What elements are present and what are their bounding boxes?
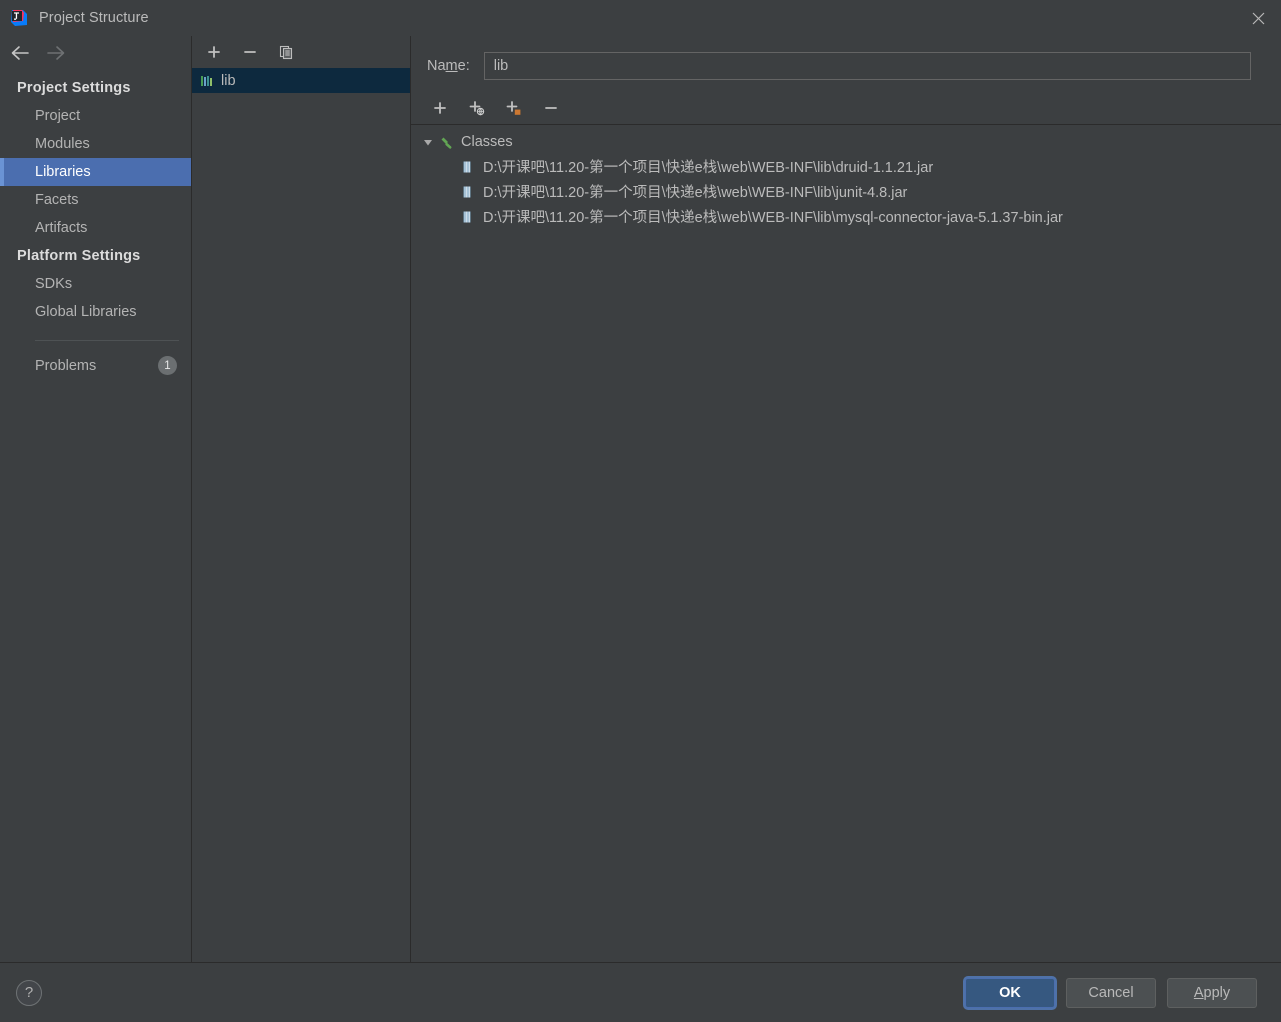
sidebar-item-sdks[interactable]: SDKs <box>0 270 191 298</box>
tree-row[interactable]: D:\开课吧\11.20-第一个项目\快递e栈\web\WEB-INF\lib\… <box>411 204 1281 229</box>
classes-root-icon <box>440 134 456 150</box>
tree-row[interactable]: D:\开课吧\11.20-第一个项目\快递e栈\web\WEB-INF\lib\… <box>411 154 1281 179</box>
plus-icon[interactable] <box>429 97 451 119</box>
dialog-body: Project Settings Project Modules Librari… <box>0 36 1281 962</box>
library-detail-panel: Name: lib Classes D:\开课吧\11.20-第一个项目\快递e… <box>411 36 1281 962</box>
name-row: Name: <box>411 36 1281 80</box>
sidebar-item-problems[interactable]: Problems 1 <box>0 351 191 380</box>
tree-row[interactable]: D:\开课吧\11.20-第一个项目\快递e栈\web\WEB-INF\lib\… <box>411 179 1281 204</box>
jar-icon <box>459 159 475 175</box>
close-icon[interactable] <box>1235 0 1281 36</box>
sidebar-item-libraries[interactable]: Libraries <box>0 158 191 186</box>
library-list-toolbar <box>192 36 410 68</box>
navigation-arrows <box>0 36 191 70</box>
plus-globe-icon[interactable] <box>466 97 488 119</box>
arrow-right-icon[interactable] <box>45 42 67 64</box>
tree-row-label: D:\开课吧\11.20-第一个项目\快递e栈\web\WEB-INF\lib\… <box>483 185 908 201</box>
problems-count-badge: 1 <box>158 356 177 375</box>
tree-row-label: D:\开课吧\11.20-第一个项目\快递e栈\web\WEB-INF\lib\… <box>483 210 1063 226</box>
nav-group-project-settings: Project Settings <box>17 80 131 96</box>
plus-icon[interactable] <box>203 41 225 63</box>
tree-node-classes[interactable]: Classes <box>411 129 1281 154</box>
library-list-panel: lib <box>192 36 411 962</box>
sidebar-item-modules[interactable]: Modules <box>0 130 191 158</box>
roots-toolbar <box>411 92 1281 124</box>
window-title: Project Structure <box>39 9 149 26</box>
sidebar-item-project[interactable]: Project <box>0 102 191 130</box>
name-label: Name: <box>427 58 470 74</box>
jar-icon <box>459 209 475 225</box>
title-bar: Project Structure <box>0 0 1281 36</box>
sidebar-item-label: Problems <box>35 357 97 374</box>
minus-icon[interactable] <box>540 97 562 119</box>
plus-jar-icon[interactable] <box>503 97 525 119</box>
jar-icon <box>459 184 475 200</box>
settings-sidebar: Project Settings Project Modules Librari… <box>0 36 192 962</box>
dialog-buttons: OK Cancel Apply <box>965 977 1257 1008</box>
copy-icon[interactable] <box>275 41 297 63</box>
library-name-input[interactable] <box>483 52 1251 80</box>
sidebar-divider <box>35 340 179 341</box>
intellij-idea-icon <box>10 9 28 27</box>
list-item-label: lib <box>221 72 236 89</box>
library-icon <box>199 73 215 89</box>
cancel-button[interactable]: Cancel <box>1066 977 1156 1008</box>
nav-group-platform-settings: Platform Settings <box>17 248 141 264</box>
tree-node-label: Classes <box>461 133 513 150</box>
library-list: lib <box>192 68 410 93</box>
list-item[interactable]: lib <box>192 68 410 93</box>
sidebar-item-global-libraries[interactable]: Global Libraries <box>0 298 191 326</box>
chevron-down-icon[interactable] <box>421 135 435 149</box>
ok-button[interactable]: OK <box>965 977 1055 1008</box>
minus-icon[interactable] <box>239 41 261 63</box>
help-button[interactable]: ? <box>16 979 42 1006</box>
tree-row-label: D:\开课吧\11.20-第一个项目\快递e栈\web\WEB-INF\lib\… <box>483 160 934 176</box>
dialog-footer: ? OK Cancel Apply <box>0 962 1281 1022</box>
sidebar-item-artifacts[interactable]: Artifacts <box>0 214 191 242</box>
arrow-left-icon[interactable] <box>9 42 31 64</box>
library-roots-tree: Classes D:\开课吧\11.20-第一个项目\快递e栈\web\WEB-… <box>411 124 1281 962</box>
settings-nav-list: Project Settings Project Modules Librari… <box>0 70 191 380</box>
sidebar-item-facets[interactable]: Facets <box>0 186 191 214</box>
project-structure-dialog: Project Structure Project Settings Proje… <box>0 0 1281 1022</box>
apply-button[interactable]: Apply <box>1167 977 1257 1008</box>
